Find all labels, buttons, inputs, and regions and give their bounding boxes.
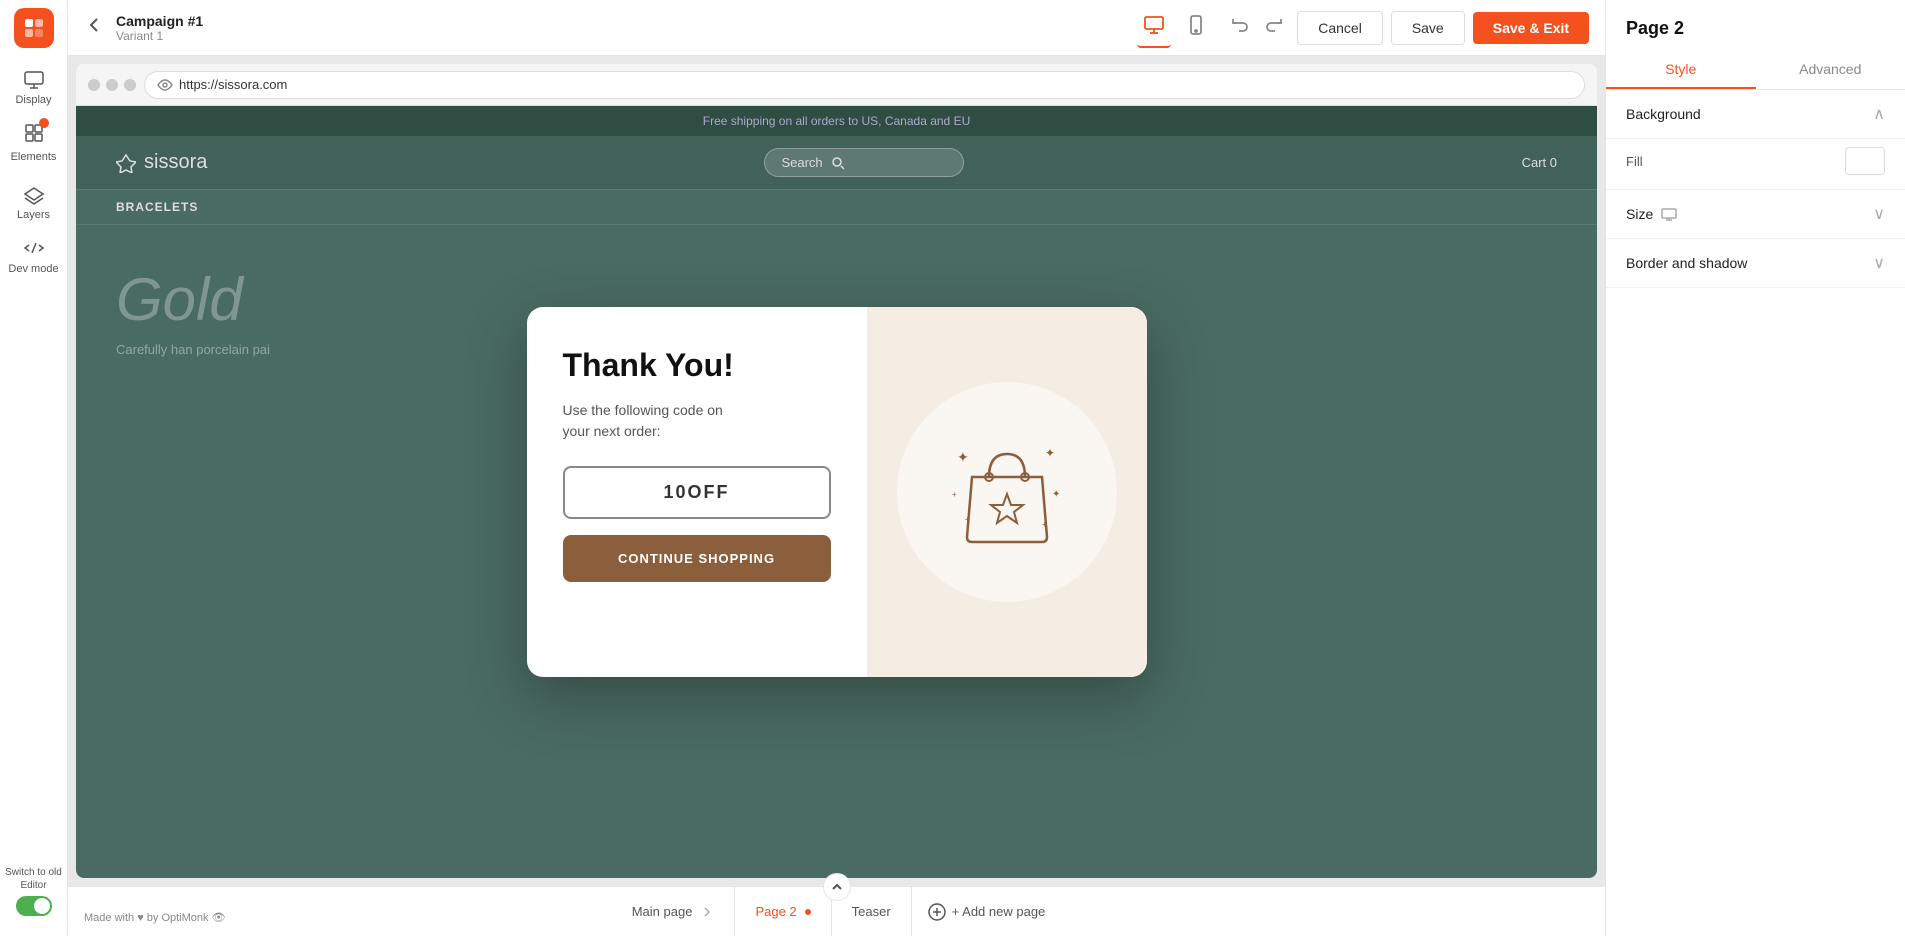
canvas-area: https://sissora.com Free shipping on all… <box>68 56 1605 936</box>
undo-button[interactable] <box>1225 11 1253 44</box>
mobile-btn[interactable] <box>1179 8 1213 47</box>
dot-red <box>88 79 100 91</box>
svg-text:✦: ✦ <box>1045 446 1055 460</box>
popup-description: Use the following code on your next orde… <box>563 400 831 442</box>
size-section-label: Size <box>1626 206 1677 222</box>
popup-overlay: × Thank You! Use the following code on y… <box>76 106 1597 878</box>
add-page-button[interactable]: + Add new page <box>912 887 1062 936</box>
website-content: Free shipping on all orders to US, Canad… <box>76 106 1597 878</box>
right-panel-body: Background ∧ Fill Size ∨ Border and shad… <box>1606 90 1905 936</box>
chevron-right-icon <box>700 905 714 919</box>
page2-active-dot <box>805 909 811 915</box>
tab-style-label: Style <box>1665 61 1696 77</box>
desktop-btn[interactable] <box>1137 7 1171 48</box>
popup-title: Thank You! <box>563 347 831 384</box>
sidebar-item-layers[interactable]: Layers <box>0 175 67 229</box>
main-area: Campaign #1 Variant 1 <box>68 0 1605 936</box>
save-button[interactable]: Save <box>1391 11 1465 45</box>
tab-page2[interactable]: Page 2 <box>735 887 831 936</box>
device-buttons <box>1137 7 1213 48</box>
svg-text:✦: ✦ <box>957 449 969 465</box>
switch-editor-label: Switch to old Editor <box>5 867 62 891</box>
right-panel-title: Page 2 <box>1606 0 1905 39</box>
popup-left-panel: Thank You! Use the following code on you… <box>527 307 867 677</box>
app-logo[interactable] <box>14 8 54 48</box>
tab-main-page[interactable]: Main page <box>612 887 736 936</box>
coupon-code-box[interactable]: 10OFF <box>563 466 831 519</box>
svg-text:+: + <box>952 490 957 499</box>
popup-box: × Thank You! Use the following code on y… <box>527 307 1147 677</box>
popup-desc-line2: your next order: <box>563 423 661 439</box>
svg-text:✦: ✦ <box>1052 489 1060 500</box>
shopping-bag-illustration: ✦ ✦ ✦ + + + <box>937 422 1077 562</box>
size-section-header[interactable]: Size ∨ <box>1606 190 1905 239</box>
left-sidebar: Display Elements Layers Dev mode S <box>0 0 68 936</box>
watermark: Made with ♥ by OptiMonk 👁 <box>84 911 226 924</box>
sidebar-item-devmode[interactable]: Dev mode <box>0 229 67 283</box>
top-bar: Campaign #1 Variant 1 <box>68 0 1605 56</box>
browser-dots <box>88 79 136 91</box>
dev-icon <box>23 237 45 259</box>
popup-illustration-circle: ✦ ✦ ✦ + + + <box>897 382 1117 602</box>
background-section-header[interactable]: Background ∧ <box>1606 90 1905 139</box>
background-collapse-icon: ∧ <box>1873 104 1885 124</box>
back-button[interactable] <box>84 15 104 40</box>
fill-row: Fill <box>1606 139 1905 190</box>
browser-mockup: https://sissora.com Free shipping on all… <box>76 64 1597 878</box>
switch-editor-section: Switch to old Editor <box>0 862 67 920</box>
continue-shopping-button[interactable]: CONTINUE SHOPPING <box>563 535 831 582</box>
right-panel: Page 2 Style Advanced Background ∧ Fill … <box>1605 0 1905 936</box>
browser-bar: https://sissora.com <box>76 64 1597 106</box>
fill-color-swatch[interactable] <box>1845 147 1885 175</box>
tab-advanced[interactable]: Advanced <box>1756 51 1905 89</box>
elements-label: Elements <box>11 151 57 163</box>
bottom-bar: Main page Page 2 Teaser + Add new page <box>68 886 1605 936</box>
add-page-label: + Add new page <box>952 904 1046 919</box>
tab-page2-label: Page 2 <box>755 904 796 919</box>
tab-advanced-label: Advanced <box>1799 61 1861 77</box>
devmode-label: Dev mode <box>8 263 58 275</box>
campaign-info: Campaign #1 Variant 1 <box>116 13 1125 43</box>
watermark-text: Made with ♥ by OptiMonk 👁 <box>84 912 226 924</box>
border-expand-icon: ∨ <box>1873 253 1885 273</box>
url-bar[interactable]: https://sissora.com <box>144 71 1585 99</box>
popup-right-panel: ✦ ✦ ✦ + + + <box>867 307 1147 677</box>
campaign-title: Campaign #1 <box>116 13 1125 29</box>
background-section-label: Background <box>1626 106 1701 122</box>
redo-button[interactable] <box>1261 11 1289 44</box>
dot-green <box>124 79 136 91</box>
eye-icon <box>157 77 173 93</box>
layers-label: Layers <box>17 209 50 221</box>
border-shadow-section-label: Border and shadow <box>1626 255 1747 271</box>
tab-main-page-label: Main page <box>632 904 693 919</box>
sidebar-item-display[interactable]: Display <box>0 60 67 114</box>
campaign-variant: Variant 1 <box>116 29 1125 43</box>
switch-editor-toggle[interactable] <box>16 896 52 916</box>
desktop-size-icon <box>1661 206 1677 222</box>
cancel-button[interactable]: Cancel <box>1297 11 1383 45</box>
url-text: https://sissora.com <box>179 77 287 92</box>
right-panel-tabs: Style Advanced <box>1606 51 1905 90</box>
plus-circle-icon <box>928 903 946 921</box>
display-icon <box>23 68 45 90</box>
display-label: Display <box>15 94 51 106</box>
layers-icon <box>23 183 45 205</box>
dot-yellow <box>106 79 118 91</box>
border-shadow-section-header[interactable]: Border and shadow ∨ <box>1606 239 1905 288</box>
fill-label: Fill <box>1626 154 1643 169</box>
tab-style[interactable]: Style <box>1606 51 1756 89</box>
save-exit-button[interactable]: Save & Exit <box>1473 12 1589 44</box>
tab-teaser-label: Teaser <box>852 904 891 919</box>
top-bar-actions: Cancel Save Save & Exit <box>1225 11 1589 45</box>
size-expand-icon: ∨ <box>1873 204 1885 224</box>
sidebar-item-elements[interactable]: Elements <box>0 114 67 171</box>
popup-desc-line1: Use the following code on <box>563 402 723 418</box>
